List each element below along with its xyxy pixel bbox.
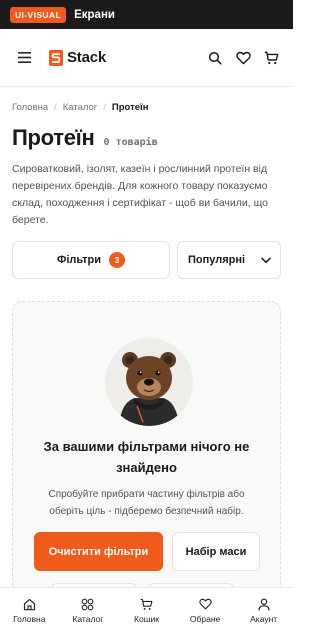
cart-icon <box>139 597 153 611</box>
screen-topbar: UI-VISUAL Екрани <box>0 0 293 29</box>
menu-icon[interactable] <box>13 47 35 69</box>
heart-icon <box>198 597 212 611</box>
product-count: 0 товарів <box>103 137 158 148</box>
nav-home[interactable]: Головна <box>0 588 59 633</box>
breadcrumb-separator: / <box>54 101 57 113</box>
filters-label: Фільтри <box>56 254 102 266</box>
breadcrumb-separator: / <box>103 101 106 113</box>
logo-mark-icon <box>49 49 63 66</box>
user-icon <box>257 597 271 611</box>
bear-mascot-image <box>105 338 193 426</box>
nav-account-label: Акаунт <box>250 614 278 624</box>
site-header: Stack <box>0 29 293 87</box>
filters-button[interactable]: Фільтри 3 <box>12 241 170 279</box>
breadcrumb-catalog[interactable]: Каталог <box>63 102 98 113</box>
home-icon <box>22 597 36 611</box>
nav-account[interactable]: Акаунт <box>234 588 293 633</box>
page-title: Протеїн <box>12 125 95 150</box>
mass-gain-set-button[interactable]: Набір маси <box>172 532 260 571</box>
sort-select[interactable]: Популярні <box>177 241 281 279</box>
chevron-down-icon <box>261 257 271 263</box>
breadcrumb-home[interactable]: Головна <box>12 102 48 113</box>
category-description: Сироватковий, ізолят, казеїн і рослинний… <box>12 163 268 226</box>
nav-catalog-label: Каталог <box>72 614 104 624</box>
nav-catalog[interactable]: Каталог <box>59 588 118 633</box>
clear-filters-button[interactable]: Очистити фільтри <box>34 532 163 571</box>
filters-count-badge: 3 <box>109 252 126 268</box>
logo-text: Stack <box>67 49 107 66</box>
logo[interactable]: Stack <box>49 49 106 66</box>
bottom-nav: Головна Каталог Кошик Обране Акаунт <box>0 587 293 633</box>
empty-state-text: Спробуйте прибрати частину фільтрів або … <box>48 489 245 517</box>
ui-visual-badge: UI-VISUAL <box>10 6 67 23</box>
cart-icon[interactable] <box>262 49 280 67</box>
nav-home-label: Головна <box>13 614 46 624</box>
heart-icon[interactable] <box>234 49 252 67</box>
empty-state: За вашими фільтрами нічого не знайдено С… <box>12 301 281 621</box>
empty-state-title: За вашими фільтрами нічого не знайдено <box>43 439 250 475</box>
page: UI-VISUAL Екрани Stack Головна / Каталог… <box>0 0 293 633</box>
breadcrumb-current: Протеїн <box>111 101 149 113</box>
nav-cart-label: Кошик <box>134 614 159 624</box>
nav-favorites[interactable]: Обране <box>176 588 235 633</box>
nav-favorites-label: Обране <box>189 614 221 624</box>
sort-label: Популярні <box>188 254 246 266</box>
nav-cart[interactable]: Кошик <box>117 588 176 633</box>
grid-icon <box>81 597 95 611</box>
breadcrumb: Головна / Каталог / Протеїн <box>0 99 293 115</box>
search-icon[interactable] <box>206 49 224 67</box>
screens-title: Екрани <box>74 8 115 21</box>
